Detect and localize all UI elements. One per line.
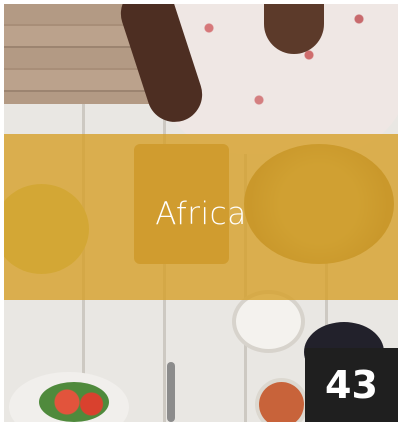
title-band: Africa — [4, 134, 398, 300]
recipe-count-badge: 43 — [305, 348, 398, 422]
photo-spoon — [167, 362, 175, 422]
category-tile-africa[interactable]: Africa 43 — [4, 4, 398, 422]
photo-spice-jar — [259, 382, 304, 422]
photo-salad — [39, 382, 109, 422]
tile-title: Africa — [155, 196, 247, 232]
recipe-count: 43 — [325, 363, 378, 407]
photo-cheese-bowl — [236, 294, 301, 349]
